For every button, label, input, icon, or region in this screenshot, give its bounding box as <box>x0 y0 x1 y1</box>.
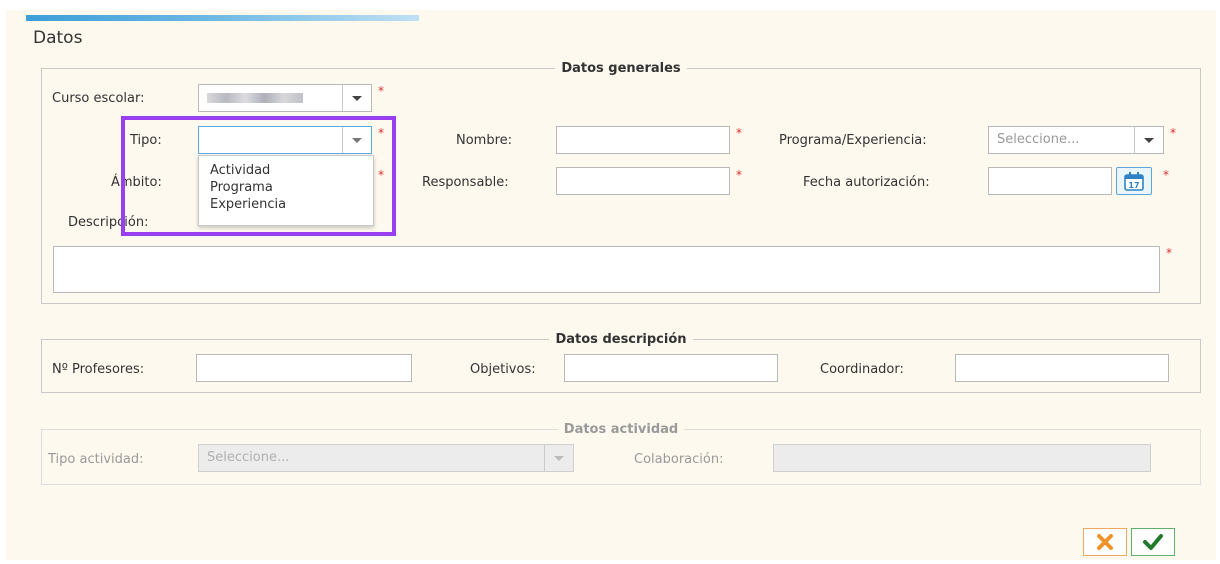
required-mark: * <box>1170 126 1176 140</box>
required-mark: * <box>1166 246 1172 260</box>
responsable-input[interactable] <box>556 167 730 195</box>
objetivos-input[interactable] <box>564 354 778 382</box>
fecha-autorizacion-label: Fecha autorización: <box>803 175 930 190</box>
descripcion-textarea[interactable] <box>53 246 1160 293</box>
blurred-value <box>207 93 303 103</box>
cancel-button[interactable] <box>1083 528 1127 556</box>
tipo-actividad-select[interactable]: Seleccione... <box>198 444 574 472</box>
chevron-down-icon[interactable] <box>1134 127 1163 153</box>
window-title: Datos <box>33 28 83 48</box>
programa-select[interactable]: Seleccione... <box>988 126 1164 154</box>
calendar-day: 17 <box>1128 181 1139 190</box>
required-mark: * <box>736 126 742 140</box>
checkmark-icon <box>1143 534 1163 550</box>
tipo-actividad-label: Tipo actividad: <box>48 452 144 467</box>
required-mark: * <box>378 84 384 98</box>
general-legend: Datos generales <box>561 61 681 76</box>
colaboracion-label: Colaboración: <box>634 452 724 467</box>
required-mark: * <box>736 168 742 182</box>
highlight-box <box>121 116 396 236</box>
fecha-autorizacion-input[interactable] <box>988 167 1112 195</box>
ok-button[interactable] <box>1131 528 1175 556</box>
title-accent-bar <box>26 15 419 21</box>
descripcion-legend: Datos descripción <box>555 332 687 347</box>
actividad-legend: Datos actividad <box>563 422 679 437</box>
calendar-button[interactable]: 17 <box>1116 167 1152 195</box>
objetivos-label: Objetivos: <box>470 362 536 377</box>
chevron-down-icon[interactable] <box>342 85 371 111</box>
profesores-input[interactable] <box>196 354 412 382</box>
programa-label: Programa/Experiencia: <box>779 133 927 148</box>
tipo-actividad-placeholder: Seleccione... <box>207 450 290 465</box>
curso-escolar-select[interactable] <box>198 84 372 112</box>
curso-escolar-label: Curso escolar: <box>52 91 145 106</box>
coordinador-label: Coordinador: <box>820 362 904 377</box>
required-mark: * <box>1163 168 1169 182</box>
programa-placeholder: Seleccione... <box>997 132 1080 147</box>
cancel-x-icon <box>1097 534 1113 550</box>
chevron-down-icon[interactable] <box>544 445 573 471</box>
nombre-label: Nombre: <box>456 133 513 148</box>
nombre-input[interactable] <box>556 126 730 154</box>
responsable-label: Responsable: <box>422 175 509 190</box>
calendar-icon: 17 <box>1124 172 1144 191</box>
profesores-label: Nº Profesores: <box>52 362 145 377</box>
coordinador-input[interactable] <box>955 354 1169 382</box>
colaboracion-input[interactable] <box>773 444 1151 472</box>
